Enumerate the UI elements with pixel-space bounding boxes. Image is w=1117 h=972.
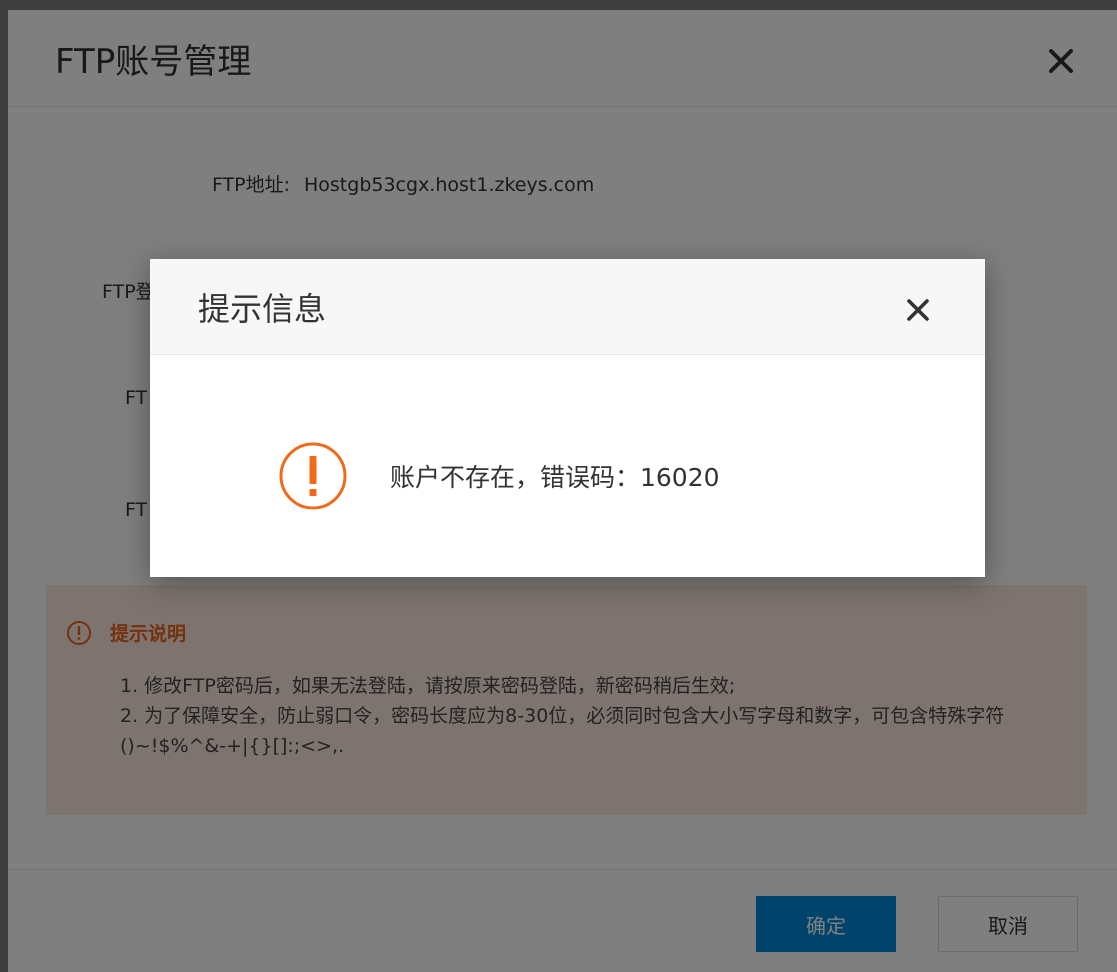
alert-modal-body: 账户不存在，错误码：16020 — [278, 441, 720, 511]
alert-modal-header: 提示信息 — [150, 259, 985, 355]
alert-close-button[interactable] — [902, 294, 934, 326]
exclamation-circle-icon — [279, 442, 347, 510]
alert-modal: 提示信息 账户不存在，错误码：16020 — [150, 259, 985, 577]
alert-message: 账户不存在，错误码：16020 — [390, 463, 720, 492]
close-icon — [907, 299, 929, 321]
alert-modal-title: 提示信息 — [198, 290, 327, 328]
